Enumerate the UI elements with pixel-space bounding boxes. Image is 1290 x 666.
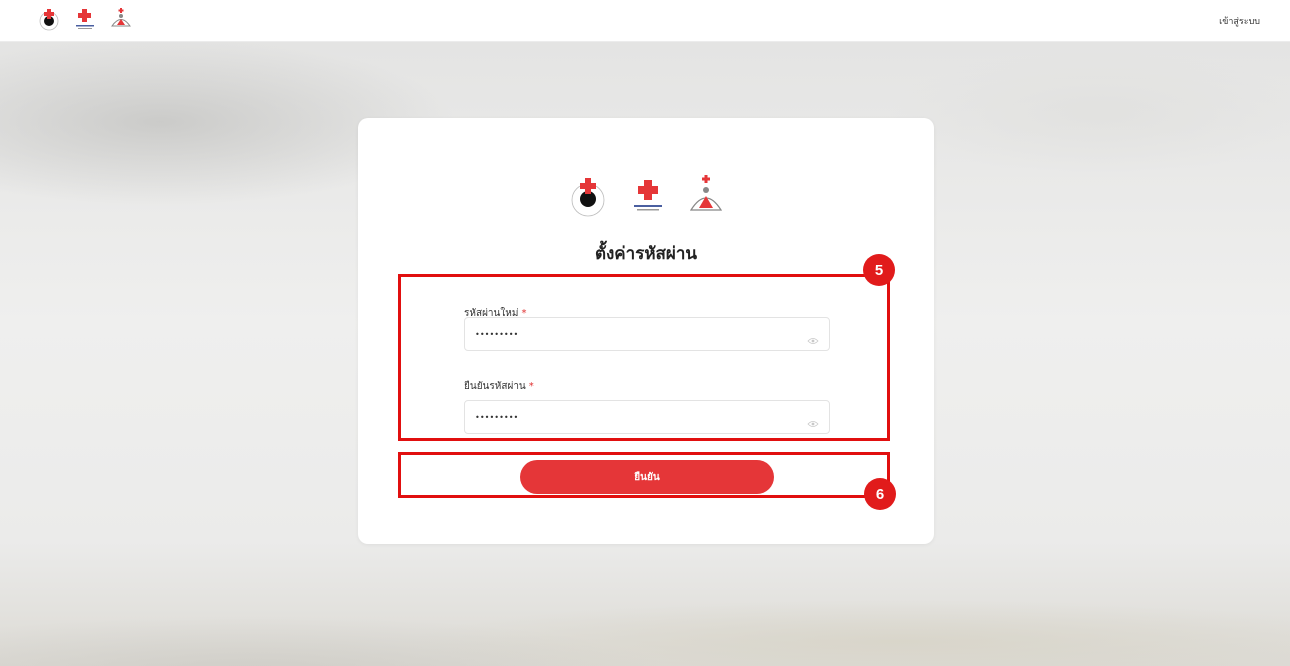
annotation-box-6 [398, 452, 890, 498]
page-title: ตั้งค่ารหัสผ่าน [594, 244, 698, 264]
top-bar: เข้าสู่ระบบ [0, 0, 1290, 42]
red-cross-eye-logo [566, 175, 610, 221]
red-cross-emblem-logo [686, 174, 726, 222]
card-logos [358, 174, 934, 222]
login-link[interactable]: เข้าสู่ระบบ [1219, 14, 1260, 28]
annotation-box-5 [398, 274, 890, 441]
annotation-badge-6: 6 [864, 478, 896, 510]
header-logos [36, 7, 134, 35]
annotation-badge-5: 5 [863, 254, 895, 286]
red-cross-eye-logo [36, 7, 62, 35]
red-cross-logo [628, 176, 668, 220]
red-cross-emblem-logo [108, 7, 134, 35]
red-cross-logo [72, 7, 98, 35]
